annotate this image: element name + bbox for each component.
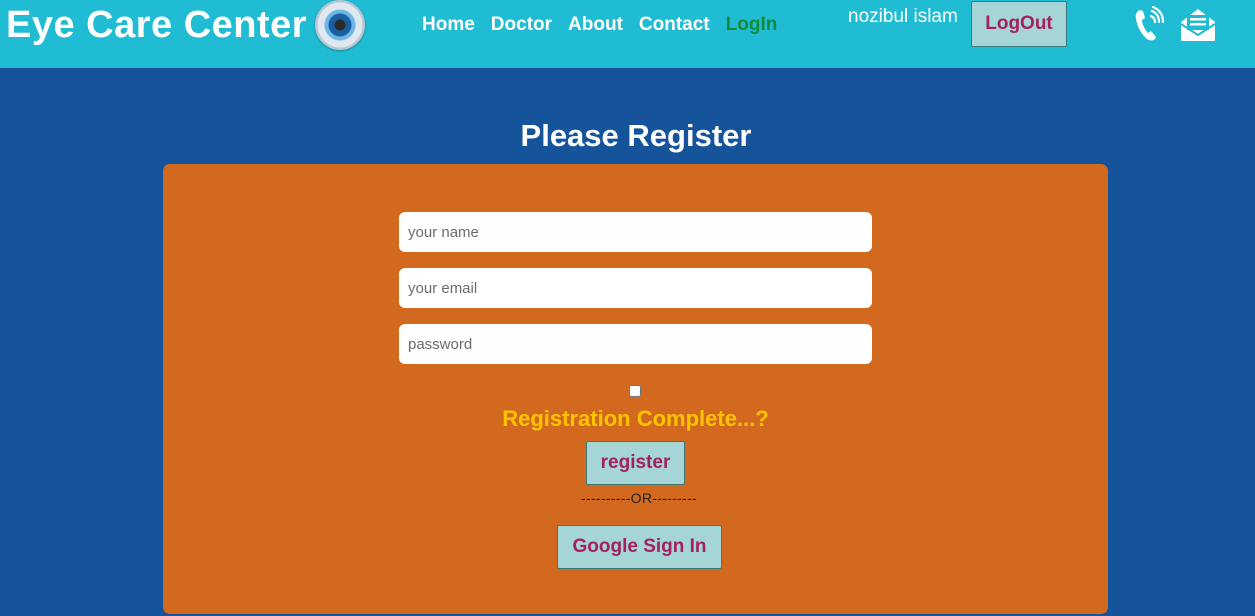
navbar: Eye Care Center Home Doctor About Contac… bbox=[0, 0, 1255, 68]
page-title: Please Register bbox=[520, 118, 752, 153]
username: nozibul islam bbox=[848, 6, 958, 27]
brand-title[interactable]: Eye Care Center bbox=[6, 4, 307, 47]
password-input[interactable] bbox=[399, 324, 872, 364]
google-sign-in-button[interactable]: Google Sign In bbox=[557, 525, 722, 569]
phone-icon[interactable] bbox=[1128, 5, 1168, 45]
nav-link-about[interactable]: About bbox=[568, 14, 623, 36]
nav-link-home[interactable]: Home bbox=[422, 14, 475, 36]
nav-link-login[interactable]: LogIn bbox=[726, 14, 778, 36]
or-divider: ----------OR--------- bbox=[581, 490, 697, 506]
mail-icon[interactable] bbox=[1178, 5, 1218, 45]
brand[interactable]: Eye Care Center bbox=[6, 0, 366, 50]
name-input[interactable] bbox=[399, 212, 872, 252]
nav-link-doctor[interactable]: Doctor bbox=[491, 14, 552, 36]
register-form: Registration Complete...? register -----… bbox=[163, 164, 1108, 614]
nav-link-contact[interactable]: Contact bbox=[639, 14, 710, 36]
eye-icon bbox=[315, 0, 366, 50]
logout-button[interactable]: LogOut bbox=[971, 1, 1067, 47]
registration-complete-checkbox[interactable] bbox=[629, 385, 641, 397]
registration-complete-label: Registration Complete...? bbox=[502, 406, 769, 431]
nav-links: Home Doctor About Contact LogIn bbox=[422, 14, 777, 36]
email-input[interactable] bbox=[399, 268, 872, 308]
register-button[interactable]: register bbox=[586, 441, 685, 485]
